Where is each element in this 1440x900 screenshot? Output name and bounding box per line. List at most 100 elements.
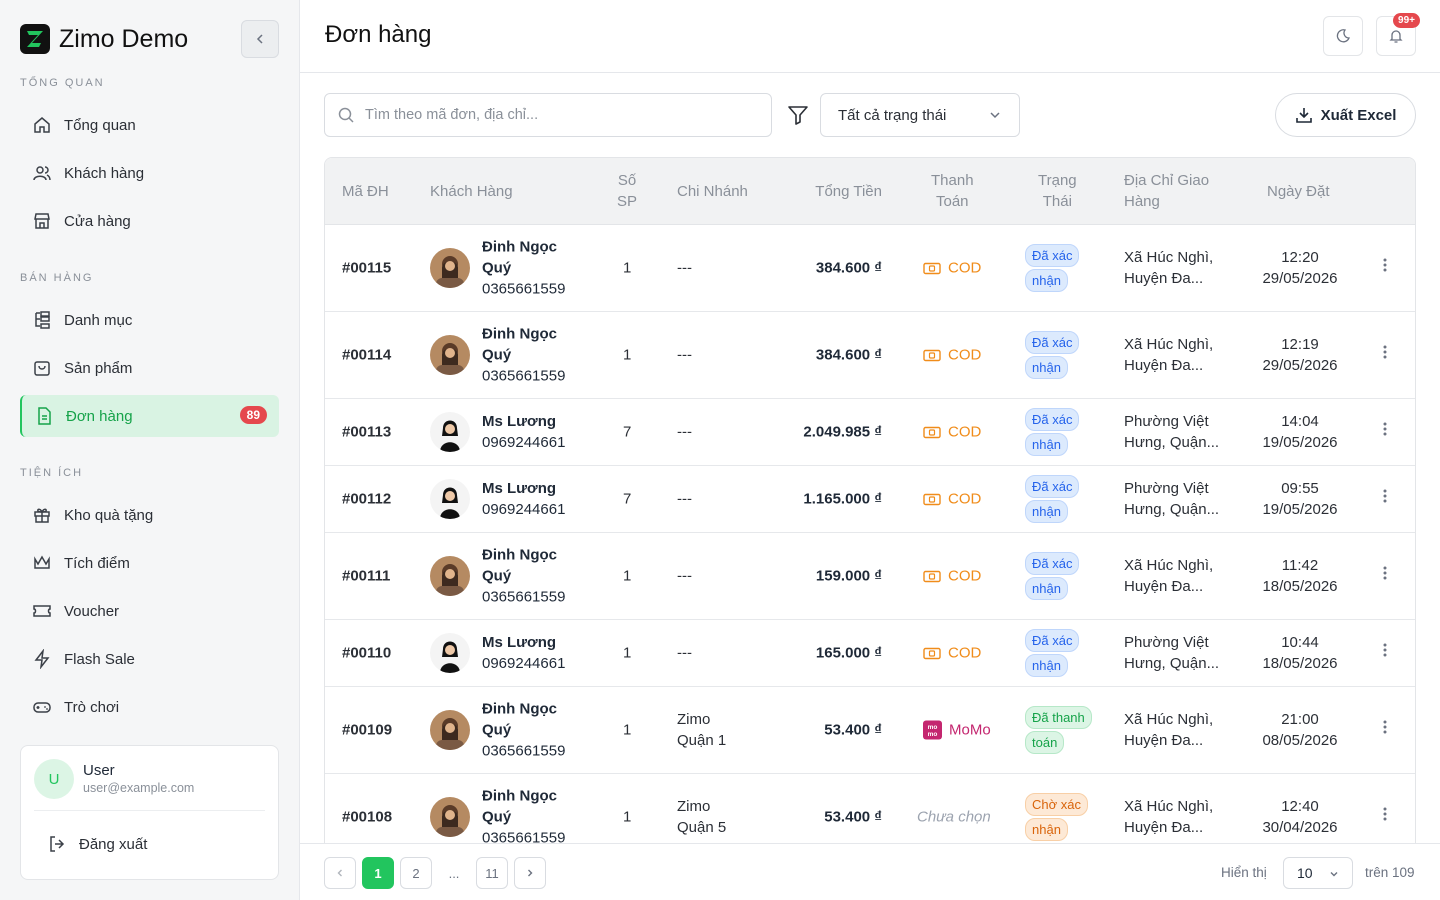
row-actions-button[interactable] xyxy=(1382,565,1388,587)
sidebar-item-gifts[interactable]: Kho quà tặng xyxy=(20,494,279,536)
row-actions-button[interactable] xyxy=(1382,257,1388,279)
column-header-payment[interactable]: Thanh Toán xyxy=(931,170,974,212)
status-badge: nhận xyxy=(1025,654,1068,677)
status-badge: Đã thanh xyxy=(1025,706,1092,729)
row-actions-button[interactable] xyxy=(1382,344,1388,366)
address-line: Phường Việt xyxy=(1124,413,1209,430)
page-button-11[interactable]: 11 xyxy=(476,857,508,889)
address-line: Xã Húc Nghì, xyxy=(1124,557,1214,574)
column-header-branch[interactable]: Chi Nhánh xyxy=(677,181,748,202)
sidebar-item-categories[interactable]: Danh mục xyxy=(20,299,279,341)
column-header-status[interactable]: Trạng Thái xyxy=(1038,170,1077,212)
row-actions-button[interactable] xyxy=(1382,488,1388,510)
payment-method: Chưa chọn xyxy=(917,807,991,828)
sidebar-item-customers[interactable]: Khách hàng xyxy=(20,152,279,194)
column-header-total[interactable]: Tổng Tiền xyxy=(815,181,882,202)
order-id[interactable]: #00115 xyxy=(342,258,391,279)
user-avatar[interactable]: U xyxy=(34,759,74,799)
order-id[interactable]: #00114 xyxy=(342,345,391,366)
order-day: 29/05/2026 xyxy=(1262,270,1338,287)
export-label: Xuất Excel xyxy=(1320,106,1397,124)
order-status: Đã xác nhận xyxy=(1025,629,1095,677)
document-icon xyxy=(38,407,51,425)
page-button-1[interactable]: 1 xyxy=(362,857,394,889)
table-row[interactable]: #00115 Đinh Ngọc Quý 0365661559 1 --- 384.600 … xyxy=(325,225,1415,312)
customer-name: Quý xyxy=(482,567,512,585)
row-actions-button[interactable] xyxy=(1382,421,1388,443)
chevron-down-icon xyxy=(990,112,1000,119)
orders-table: Mã ĐH Khách Hàng Số SP Chi Nhánh Tổng Tiề… xyxy=(324,157,1416,844)
cash-icon xyxy=(923,349,941,361)
column-header-id[interactable]: Mã ĐH xyxy=(342,181,389,202)
next-page-button[interactable] xyxy=(514,857,546,889)
brand[interactable]: Zimo Demo xyxy=(20,24,188,54)
column-header-date[interactable]: Ngày Đặt xyxy=(1267,181,1330,202)
column-header-qty[interactable]: Số SP xyxy=(617,170,637,212)
sidebar-item-orders[interactable]: Đơn hàng 89 xyxy=(20,395,279,437)
filter-icon[interactable] xyxy=(787,104,809,126)
more-vertical-icon xyxy=(1383,345,1387,359)
page-header: Đơn hàng 99+ xyxy=(300,0,1440,73)
row-actions-button[interactable] xyxy=(1382,642,1388,664)
customer-avatar xyxy=(430,797,470,837)
branch: --- xyxy=(677,643,767,664)
table-row[interactable]: #00109 Đinh Ngọc Quý 0365661559 1 Zimo Quận 1 5… xyxy=(325,687,1415,774)
sidebar-item-points[interactable]: Tích điểm xyxy=(20,542,279,584)
table-row[interactable]: #00112 Ms Lương 0969244661 7 --- 1.165.000 ₫ C… xyxy=(325,466,1415,533)
sidebar-item-flash-sale[interactable]: Flash Sale xyxy=(20,638,279,680)
branch-line: --- xyxy=(677,346,692,364)
order-id[interactable]: #00111 xyxy=(342,566,390,587)
table-row[interactable]: #00111 Đinh Ngọc Quý 0365661559 1 --- 159.000 … xyxy=(325,533,1415,620)
sidebar-item-overview[interactable]: Tổng quan xyxy=(20,104,279,146)
search-input[interactable] xyxy=(365,107,745,123)
sidebar-item-voucher[interactable]: Voucher xyxy=(20,590,279,632)
status-badge: Đã xác xyxy=(1025,331,1080,354)
branch-line: Zimo xyxy=(677,798,711,815)
customer-phone: 0365661559 xyxy=(482,367,566,385)
column-header-customer[interactable]: Khách Hàng xyxy=(430,181,513,202)
theme-toggle-button[interactable] xyxy=(1323,16,1363,56)
order-id[interactable]: #00113 xyxy=(342,422,391,443)
status-filter-select[interactable]: Tất cả trạng thái xyxy=(820,93,1020,137)
sidebar-item-label: Đơn hàng xyxy=(66,407,133,425)
status-badge: nhận xyxy=(1025,818,1068,841)
notifications-button[interactable]: 99+ xyxy=(1376,13,1420,56)
status-badge: Đã xác xyxy=(1025,408,1080,431)
order-id[interactable]: #00108 xyxy=(342,807,392,828)
logout-button[interactable]: Đăng xuất xyxy=(47,834,147,854)
prev-page-button[interactable] xyxy=(324,857,356,889)
order-id[interactable]: #00109 xyxy=(342,720,392,741)
customer-phone: 0969244661 xyxy=(482,501,566,518)
order-id[interactable]: #00110 xyxy=(342,643,391,664)
sidebar-item-stores[interactable]: Cửa hàng xyxy=(20,200,279,242)
customer-name: Đinh Ngọc xyxy=(482,546,557,564)
address-line: Huyện Đa... xyxy=(1124,578,1204,595)
page-size-select[interactable]: 10 xyxy=(1283,857,1353,889)
order-id[interactable]: #00112 xyxy=(342,489,391,510)
customer-info: Đinh Ngọc Quý 0365661559 xyxy=(482,545,592,608)
table-row[interactable]: #00114 Đinh Ngọc Quý 0365661559 1 --- 384.600 … xyxy=(325,312,1415,399)
table-row[interactable]: #00108 Đinh Ngọc Quý 0365661559 1 Zimo Quận 5 5… xyxy=(325,774,1415,844)
status-badge: nhận xyxy=(1025,269,1068,292)
store-icon xyxy=(34,213,50,229)
column-header-address[interactable]: Địa Chỉ Giao Hàng xyxy=(1124,170,1209,212)
order-time: 12:20 xyxy=(1281,249,1319,266)
collapse-sidebar-button[interactable] xyxy=(241,20,279,58)
row-actions-button[interactable] xyxy=(1382,719,1388,741)
branch: --- xyxy=(677,345,767,366)
customer-phone: 0969244661 xyxy=(482,434,566,451)
delivery-address: Xã Húc Nghì, Huyện Đa... xyxy=(1124,247,1234,289)
sidebar-item-games[interactable]: Trò chơi xyxy=(20,686,279,728)
order-status: Đã xác nhận xyxy=(1025,408,1095,456)
item-count: 1 xyxy=(623,721,632,739)
row-actions-button[interactable] xyxy=(1382,806,1388,828)
table-row[interactable]: #00110 Ms Lương 0969244661 1 --- 165.000 ₫ COD… xyxy=(325,620,1415,687)
customer-name: Đinh Ngọc xyxy=(482,700,557,718)
cash-icon xyxy=(923,570,941,582)
export-excel-button[interactable]: Xuất Excel xyxy=(1275,93,1416,137)
table-row[interactable]: #00113 Ms Lương 0969244661 7 --- 2.049.985 ₫ C… xyxy=(325,399,1415,466)
status-badge: Đã xác xyxy=(1025,552,1080,575)
order-date: 21:00 08/05/2026 xyxy=(1255,709,1345,751)
page-button-2[interactable]: 2 xyxy=(400,857,432,889)
sidebar-item-products[interactable]: Sản phẩm xyxy=(20,347,279,389)
